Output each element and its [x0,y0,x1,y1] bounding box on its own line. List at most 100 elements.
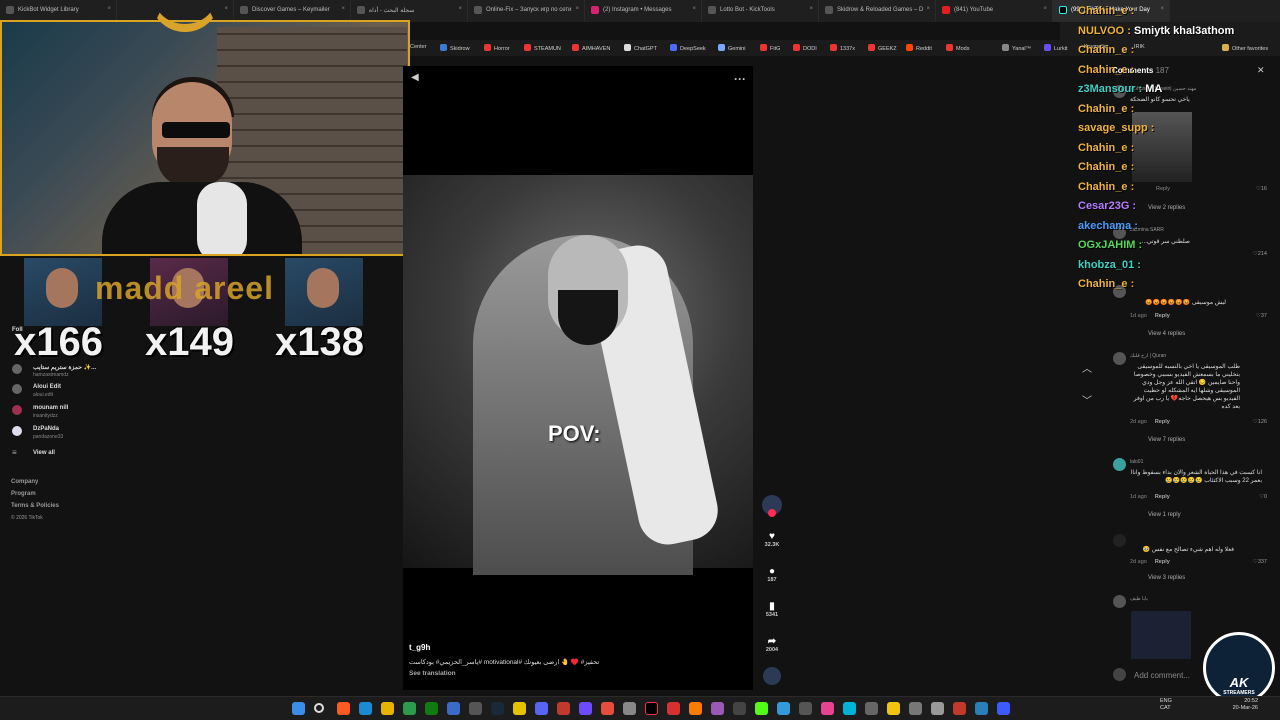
share-button[interactable]: ➦ 2004 [763,636,781,653]
chevron-up-icon[interactable]: ︿ [1082,354,1092,386]
close-tab-icon[interactable]: × [458,6,462,12]
windows-start-icon[interactable] [292,702,305,715]
close-tab-icon[interactable]: × [341,6,345,12]
close-tab-icon[interactable]: × [926,6,930,12]
app-icon[interactable] [711,702,724,715]
chevron-down-icon[interactable]: ﹀ [1082,386,1092,418]
comment-button[interactable]: ● 187 [763,566,781,583]
like-button[interactable]: ♥ 32.3K [763,531,781,548]
app-icon[interactable] [557,702,570,715]
more-options-icon[interactable]: ··· [734,72,746,86]
view-replies[interactable]: View 1 reply [1148,512,1181,518]
save-button[interactable]: ▮ 5341 [763,601,781,618]
app-icon[interactable] [447,702,460,715]
app-icon[interactable] [909,702,922,715]
tab-youtube[interactable]: (841) YouTube × [936,0,1053,22]
bookmark-item[interactable]: DODI [793,44,817,52]
footer-company[interactable]: Company [11,479,38,485]
app-icon[interactable] [469,702,482,715]
kick-icon[interactable] [755,702,768,715]
app-icon[interactable] [689,702,702,715]
app-icon[interactable] [865,702,878,715]
comment-likes[interactable]: ♡37 [1245,313,1267,319]
search-icon[interactable] [314,703,324,713]
tab-skidrow[interactable]: Skidrow & Reloaded Games – D × [819,0,936,22]
tab-instagram[interactable]: (2) Instagram • Messages × [585,0,702,22]
brave-icon[interactable] [337,702,350,715]
view-replies[interactable]: View 7 replies [1148,437,1185,443]
close-tab-icon[interactable]: × [107,6,111,12]
comment-likes[interactable]: ♡337 [1245,559,1267,565]
app-icon[interactable] [975,702,988,715]
app-icon[interactable] [513,702,526,715]
video-author[interactable]: t_g9h [409,643,430,652]
xbox-icon[interactable] [425,702,438,715]
reply-link[interactable]: Reply [1155,559,1170,565]
tab-lotto-bot[interactable]: Lotto Bot - KickTools × [702,0,819,22]
comment-author[interactable]: ارح قلبك | Quran [1130,353,1166,359]
app-icon[interactable] [887,702,900,715]
close-tab-icon[interactable]: × [575,6,579,12]
app-icon[interactable] [777,702,790,715]
bookmark-item[interactable]: ChatGPT [624,44,657,52]
reply-link[interactable]: Reply [1155,494,1170,500]
bookmark-item[interactable]: Center [410,44,427,50]
bookmark-item[interactable]: DeepSeek [670,44,706,52]
tab-kickbot[interactable]: KickBot Widget Library × [0,0,117,22]
add-comment-input[interactable]: Add comment... [1134,671,1190,680]
follow-plus-icon[interactable] [768,509,776,517]
app-icon[interactable] [843,702,856,715]
footer-terms[interactable]: Terms & Policies [11,503,59,509]
tiktok-app-icon[interactable] [645,702,658,715]
system-clock[interactable]: 20:52 20-Mar-26 [1210,698,1258,712]
app-icon[interactable] [931,702,944,715]
tab-search-tool[interactable]: سجلة البحث - أداة × [351,0,468,22]
comment-likes[interactable]: ♡16 [1245,186,1267,192]
reply-link[interactable]: Reply [1155,419,1170,425]
comment-likes[interactable]: ♡0 [1245,494,1267,500]
view-replies[interactable]: View 4 replies [1148,331,1185,337]
bookmark-item[interactable]: FitG [760,44,780,52]
bookmark-item[interactable]: Gemini [718,44,745,52]
bookmark-item[interactable]: GEEKZ [868,44,897,52]
comment-likes[interactable]: ♡126 [1245,419,1267,425]
bookmark-item[interactable]: Horror [484,44,510,52]
app-icon[interactable] [623,702,636,715]
see-translation-link[interactable]: See translation [409,670,456,677]
close-tab-icon[interactable]: × [692,6,696,12]
edge-icon[interactable] [359,702,372,715]
app-icon[interactable] [799,702,812,715]
reply-link[interactable]: Reply [1155,313,1170,319]
bookmark-item[interactable]: Yanal™ [1002,44,1031,52]
file-explorer-icon[interactable] [381,702,394,715]
bookmark-item[interactable]: Mods [946,44,969,52]
volume-icon[interactable]: ◀ [411,72,419,83]
bookmark-item[interactable]: AIMHAVEN [572,44,610,52]
bookmark-item[interactable]: Skidrow [440,44,470,52]
app-icon[interactable] [601,702,614,715]
discord-icon[interactable] [535,702,548,715]
tab-keymailer[interactable]: Discover Games – Keymailer × [234,0,351,22]
avatar[interactable] [1113,352,1126,365]
close-tab-icon[interactable]: × [1043,6,1047,12]
app-icon[interactable] [733,702,746,715]
comment-author[interactable]: lalo01 [1130,459,1143,465]
tab-online-fix[interactable]: Online-Fix – Запуск игр по сети × [468,0,585,22]
nvidia-icon[interactable] [403,702,416,715]
bookmark-item[interactable]: Lurkit [1044,44,1067,52]
language-indicator[interactable]: ENG CAT [1160,698,1172,712]
avatar[interactable] [1113,458,1126,471]
app-icon[interactable] [579,702,592,715]
comment-author[interactable]: بابا طيف [1130,596,1148,602]
close-comments-icon[interactable]: ✕ [1257,65,1265,76]
avatar[interactable] [1113,595,1126,608]
app-icon[interactable] [667,702,680,715]
app-icon[interactable] [997,702,1010,715]
avatar[interactable] [1113,534,1126,547]
close-tab-icon[interactable]: × [809,6,813,12]
bookmark-item[interactable]: 1337x [830,44,855,52]
view-replies[interactable]: View 3 replies [1148,575,1185,581]
creator-avatar[interactable] [762,495,782,517]
music-disc-icon[interactable] [763,667,781,685]
bookmark-item[interactable]: Reddit [906,44,932,52]
